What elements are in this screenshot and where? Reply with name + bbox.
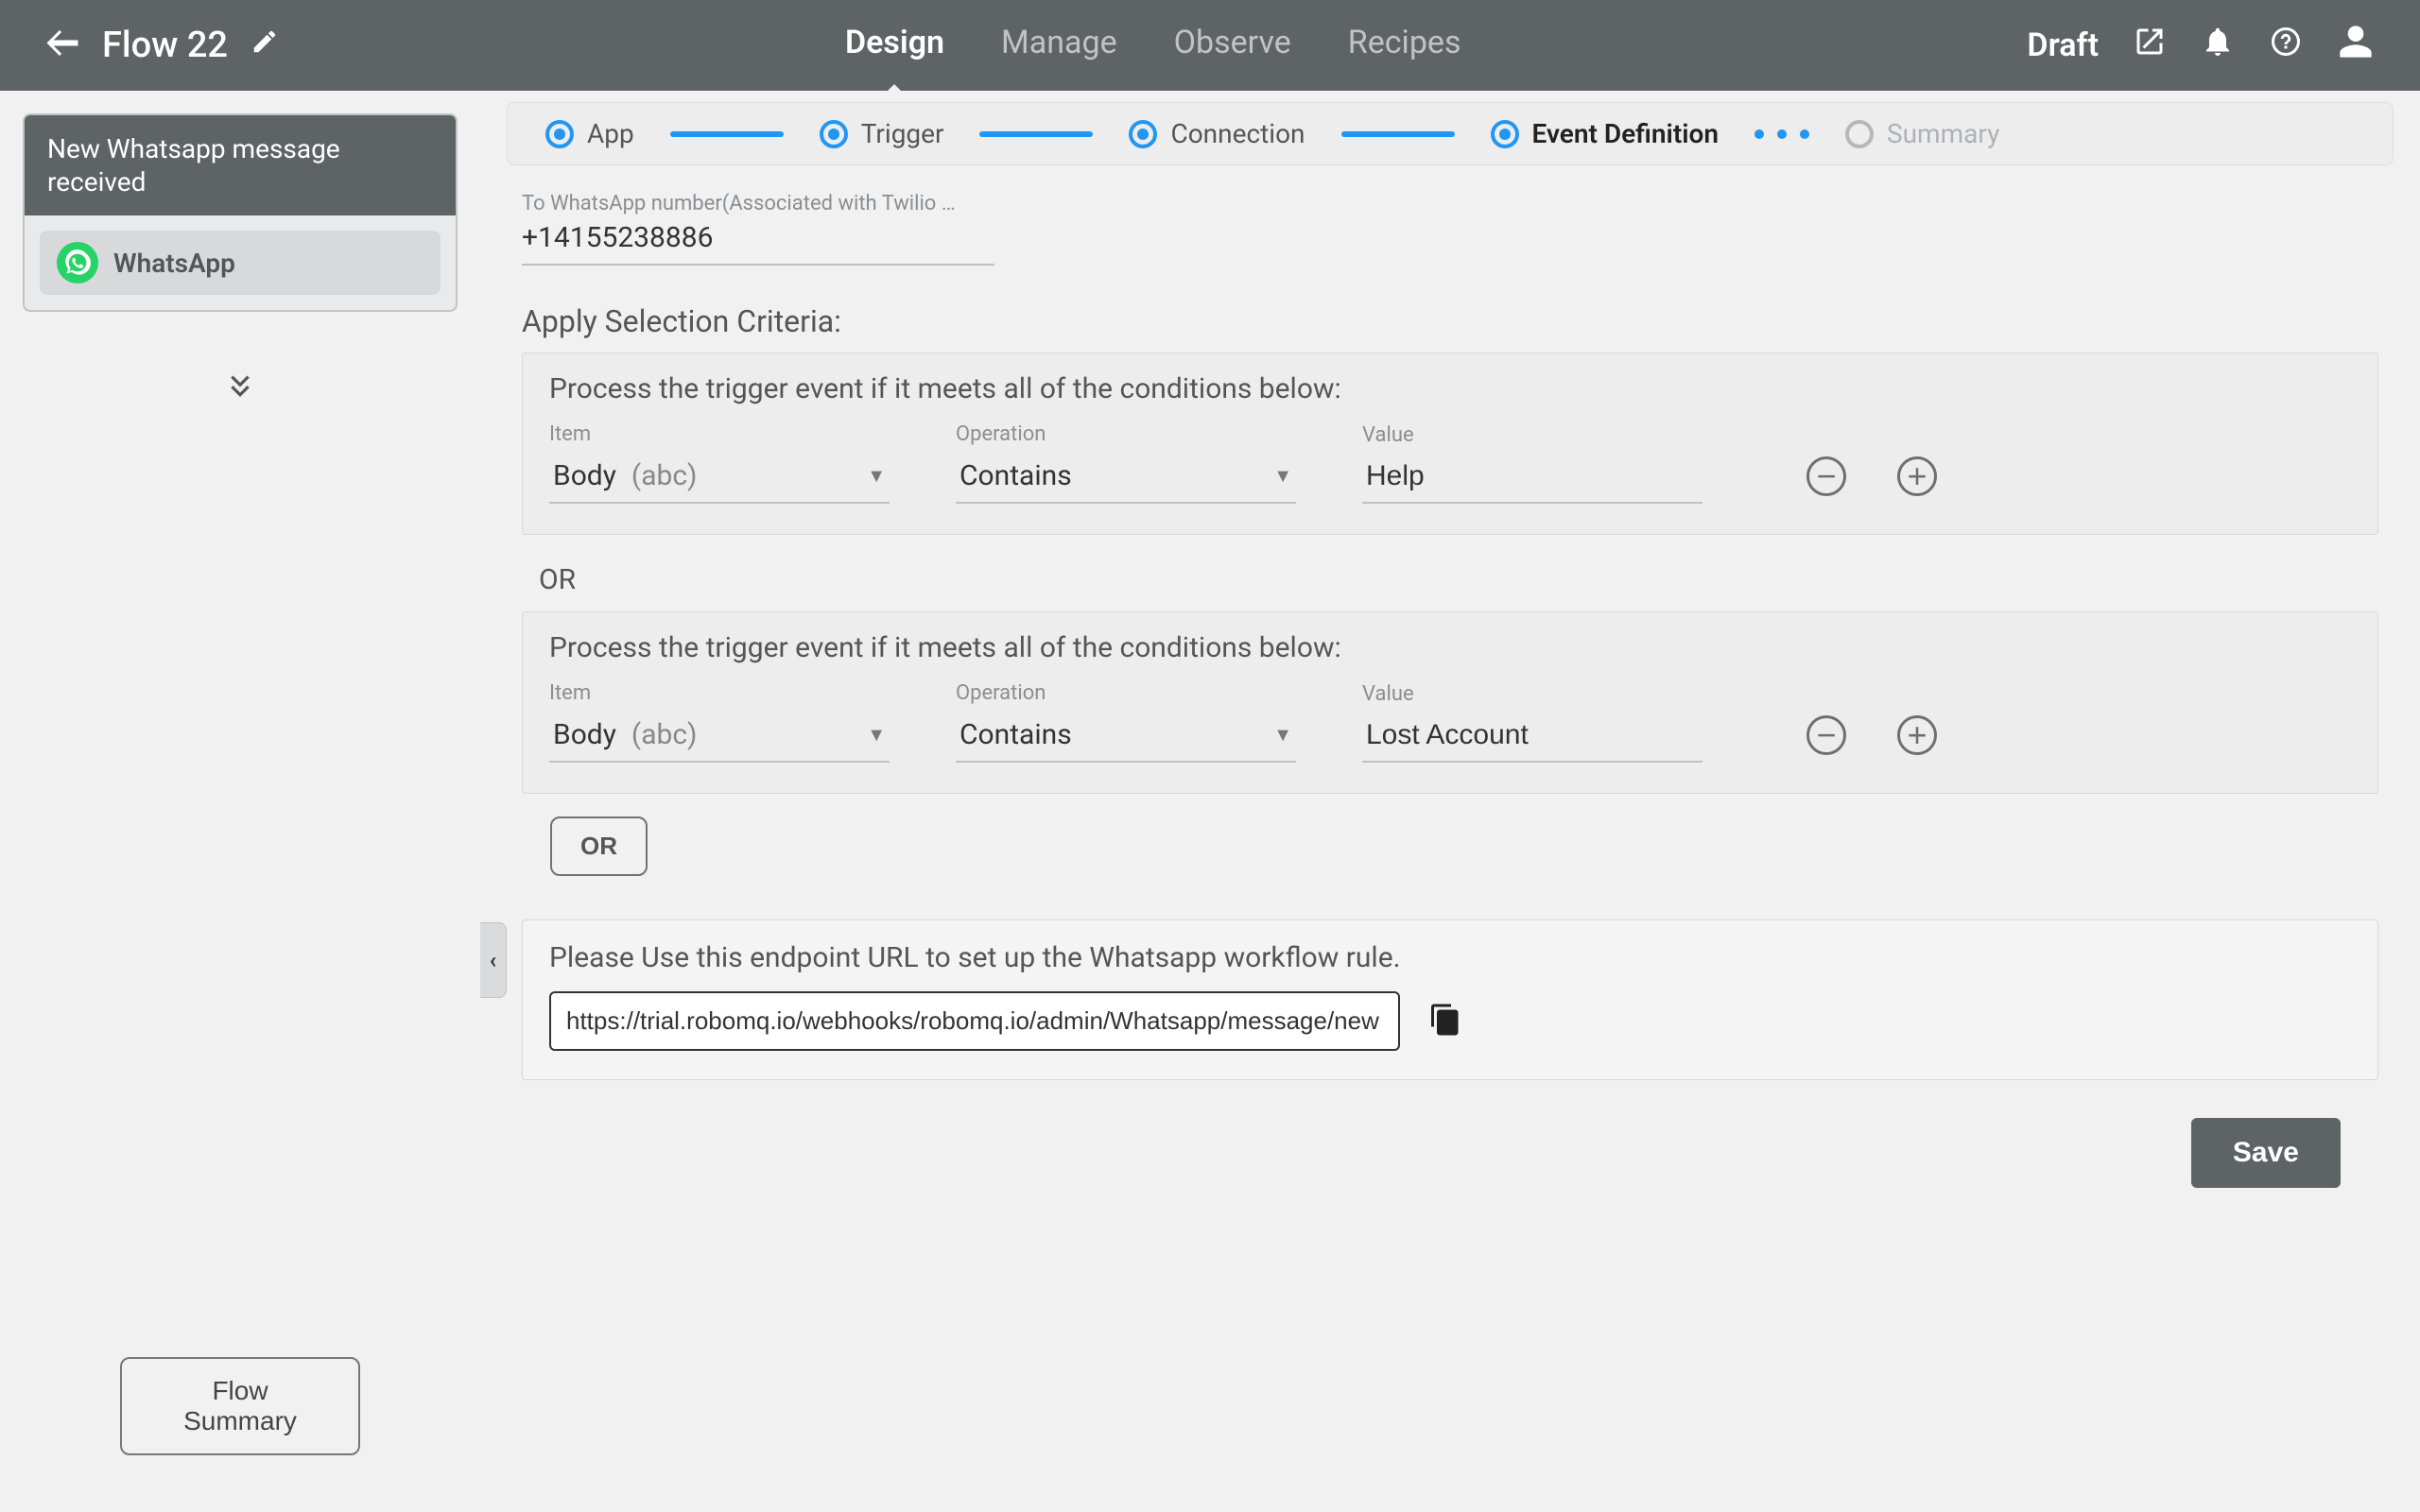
add-or-group-button[interactable]: OR	[550, 816, 648, 876]
remove-condition-button[interactable]: −	[1806, 456, 1846, 496]
criteria-row: Item Body(abc) ▼ Operation Contains ▼	[549, 681, 2351, 763]
app-pill[interactable]: WhatsApp	[40, 231, 441, 295]
value-input-wrapper	[1362, 712, 1703, 763]
item-select[interactable]: Body(abc) ▼	[549, 711, 890, 763]
value-label: Value	[1362, 423, 1703, 447]
back-icon[interactable]	[45, 26, 79, 64]
step-connector	[1341, 131, 1455, 137]
to-number-value: +14155238886	[522, 215, 994, 266]
endpoint-box: Please Use this endpoint URL to set up t…	[522, 919, 2378, 1080]
top-bar: Flow 22 Design Manage Observe Recipes Dr…	[0, 0, 2420, 91]
open-external-icon[interactable]	[2133, 25, 2167, 67]
tab-manage[interactable]: Manage	[1001, 24, 1117, 67]
criteria-group-2: Process the trigger event if it meets al…	[522, 611, 2378, 794]
item-label: Item	[549, 422, 890, 446]
or-separator: OR	[539, 563, 2378, 596]
save-button[interactable]: Save	[2191, 1118, 2341, 1188]
remove-condition-button[interactable]: −	[1806, 715, 1846, 755]
operation-label: Operation	[956, 422, 1296, 446]
value-input[interactable]	[1366, 460, 1699, 492]
step-connector	[670, 131, 784, 137]
tab-design[interactable]: Design	[845, 24, 944, 67]
chevron-down-icon: ▼	[867, 723, 886, 747]
item-select[interactable]: Body(abc) ▼	[549, 452, 890, 504]
content-panel: App Trigger Connection Event Definition …	[480, 91, 2420, 1512]
flow-summary-button[interactable]: Flow Summary	[120, 1357, 360, 1455]
stepper: App Trigger Connection Event Definition …	[507, 102, 2394, 165]
endpoint-url-input[interactable]	[566, 1006, 1383, 1036]
criteria-caption: Process the trigger event if it meets al…	[549, 372, 2351, 405]
status-label: Draft	[2027, 26, 2099, 64]
chevron-down-icon: ▼	[867, 464, 886, 488]
value-label: Value	[1362, 682, 1703, 706]
step-connector	[979, 131, 1093, 137]
trigger-card-title: New Whatsapp message received	[25, 115, 456, 215]
value-input[interactable]	[1366, 719, 1699, 751]
trigger-card[interactable]: New Whatsapp message received WhatsApp	[23, 113, 458, 312]
expand-down-icon[interactable]	[23, 369, 458, 411]
step-app[interactable]: App	[538, 112, 642, 155]
step-summary[interactable]: Summary	[1838, 112, 2007, 155]
endpoint-url-wrapper	[549, 991, 1400, 1051]
criteria-row: Item Body(abc) ▼ Operation Contains ▼	[549, 422, 2351, 504]
step-trigger[interactable]: Trigger	[812, 112, 952, 155]
item-label: Item	[549, 681, 890, 705]
value-input-wrapper	[1362, 453, 1703, 504]
user-icon[interactable]	[2337, 23, 2375, 69]
flow-title: Flow 22	[102, 25, 228, 66]
add-condition-button[interactable]: +	[1897, 456, 1937, 496]
help-icon[interactable]	[2269, 25, 2303, 67]
chevron-down-icon: ▼	[1273, 464, 1292, 488]
step-event-definition[interactable]: Event Definition	[1483, 112, 1726, 155]
endpoint-caption: Please Use this endpoint URL to set up t…	[549, 941, 2351, 974]
collapse-sidebar-icon[interactable]: ‹	[480, 922, 507, 998]
tab-recipes[interactable]: Recipes	[1348, 24, 1461, 67]
to-number-field[interactable]: To WhatsApp number(Associated with Twili…	[522, 192, 994, 266]
edit-icon[interactable]	[251, 27, 279, 63]
operation-select[interactable]: Contains ▼	[956, 711, 1296, 763]
step-connection[interactable]: Connection	[1121, 112, 1312, 155]
operation-select[interactable]: Contains ▼	[956, 452, 1296, 504]
copy-icon[interactable]	[1428, 1003, 1462, 1040]
to-number-label: To WhatsApp number(Associated with Twili…	[522, 192, 957, 215]
criteria-group-1: Process the trigger event if it meets al…	[522, 352, 2378, 535]
sidebar: New Whatsapp message received WhatsApp F…	[0, 91, 480, 1512]
chevron-down-icon: ▼	[1273, 723, 1292, 747]
add-condition-button[interactable]: +	[1897, 715, 1937, 755]
criteria-caption: Process the trigger event if it meets al…	[549, 631, 2351, 664]
whatsapp-icon	[57, 242, 98, 284]
tab-observe[interactable]: Observe	[1174, 24, 1291, 67]
bell-icon[interactable]	[2201, 25, 2235, 67]
step-progress-dots	[1754, 129, 1809, 139]
top-tabs: Design Manage Observe Recipes	[279, 24, 2027, 67]
app-pill-label: WhatsApp	[113, 248, 235, 279]
selection-criteria-title: Apply Selection Criteria:	[522, 303, 2378, 339]
operation-label: Operation	[956, 681, 1296, 705]
